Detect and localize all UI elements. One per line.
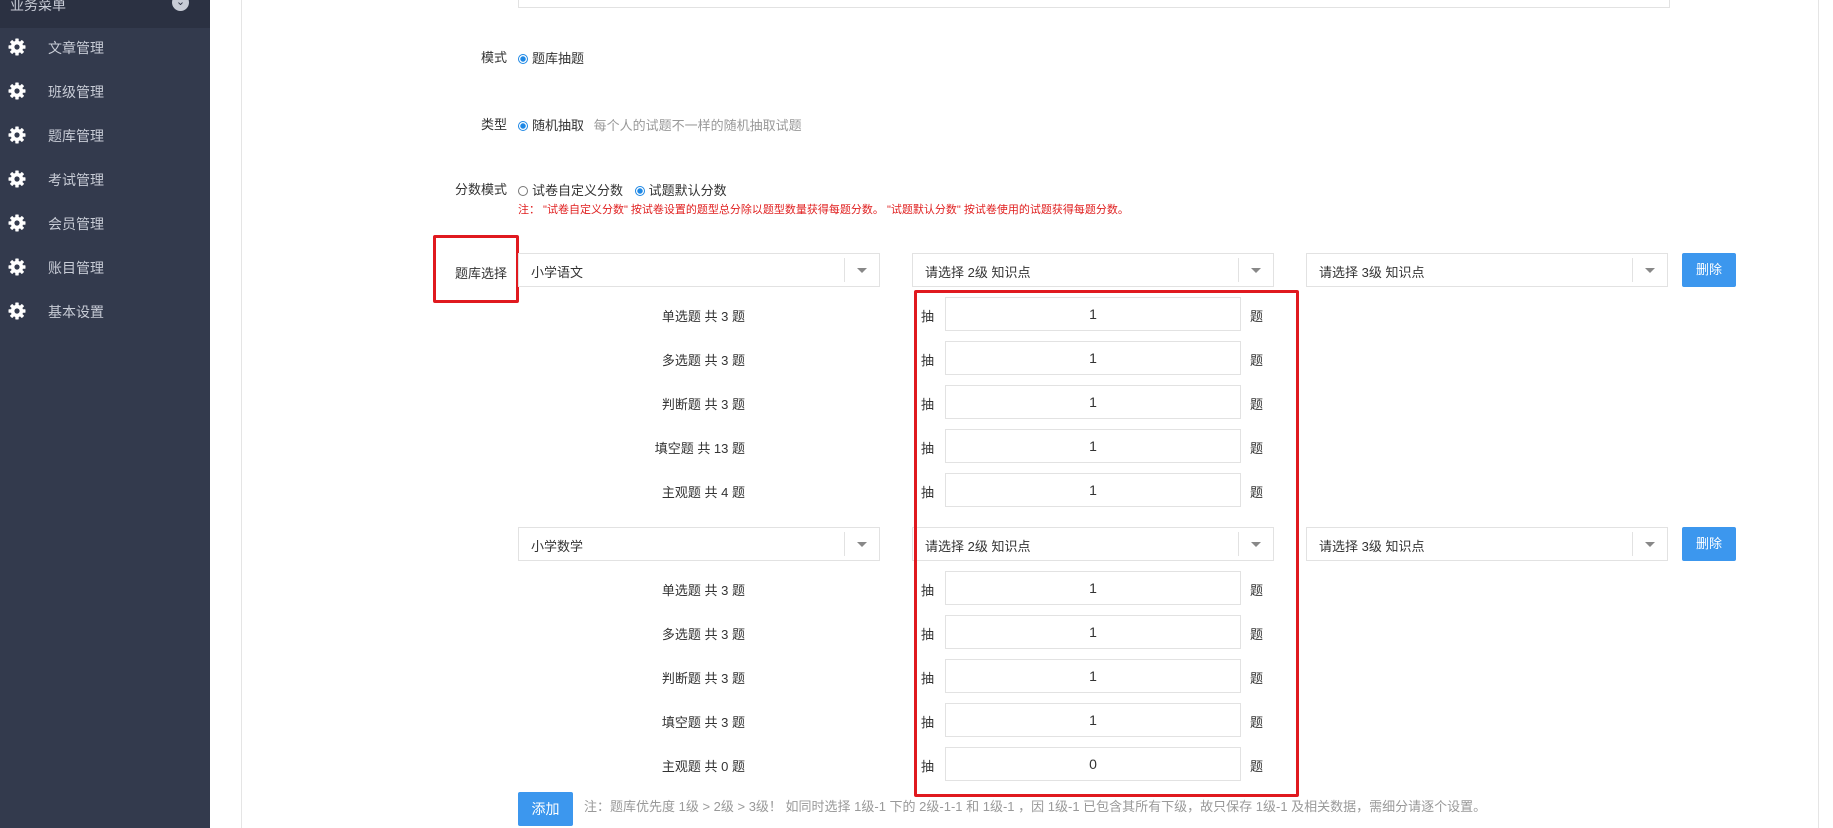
question-type-label: 填空题 共 3 题 (661, 715, 745, 730)
sidebar-item-label: 会员管理 (48, 216, 104, 232)
level1-select[interactable]: 小学数学 (518, 527, 880, 561)
type-hint: 每个人的试题不一样的随机抽取试题 (593, 118, 802, 133)
level1-select-value: 小学数学 (531, 539, 584, 554)
radio-icon-selected[interactable] (634, 186, 645, 196)
sidebar-item[interactable]: 班级管理 (0, 71, 210, 111)
type-option-label: 随机抽取 (532, 118, 585, 133)
level3-select[interactable]: 请选择 3级 知识点 (1306, 527, 1668, 561)
level1-select-value: 小学语文 (531, 265, 584, 280)
chevron-down-icon[interactable] (1238, 258, 1273, 282)
sidebar-item[interactable]: 账目管理 (0, 247, 210, 287)
question-type-label: 单选题 共 3 题 (661, 309, 745, 324)
question-type-label: 主观题 共 0 题 (661, 759, 745, 774)
sidebar-item-label: 账目管理 (48, 260, 104, 276)
score-mode-option-custom[interactable]: 试卷自定义分数 (518, 183, 623, 198)
gear-icon (7, 257, 27, 277)
gear-icon (7, 213, 27, 233)
question-type-label: 多选题 共 3 题 (661, 353, 745, 368)
content-border-left (241, 0, 242, 828)
sidebar-item[interactable]: 基本设置 (0, 291, 210, 331)
sidebar-header[interactable]: 业务菜单 ⌄ (0, 0, 210, 28)
gear-icon (7, 81, 27, 101)
bank-select-label: 题库选择 (454, 266, 507, 281)
sidebar-header-label: 业务菜单 (10, 0, 66, 13)
gear-icon (7, 169, 27, 189)
mode-radio-option[interactable]: 题库抽题 (518, 48, 584, 67)
radio-icon-selected[interactable] (518, 54, 528, 64)
priority-note: 注：题库优先度 1级 > 2级 > 3级！ 如同时选择 1级-1 下的 2级-1… (584, 799, 1487, 814)
score-mode-option-default-label: 试题默认分数 (648, 183, 727, 198)
level2-select[interactable]: 请选择 2级 知识点 (912, 253, 1274, 287)
sidebar-item-label: 文章管理 (48, 40, 104, 56)
add-button[interactable]: 添加 (518, 792, 573, 826)
question-type-label: 判断题 共 3 题 (661, 397, 745, 412)
score-mode-options: 试卷自定义分数 试题默认分数 (518, 180, 727, 199)
radio-icon-selected[interactable] (518, 121, 528, 131)
delete-button[interactable]: 删除 (1682, 253, 1736, 287)
chevron-down-icon[interactable] (844, 258, 879, 282)
question-type-label: 多选题 共 3 题 (661, 627, 745, 642)
sidebar-item-label: 班级管理 (48, 84, 104, 100)
type-label: 类型 (480, 117, 507, 132)
sidebar-item[interactable]: 题库管理 (0, 115, 210, 155)
chevron-down-icon[interactable] (1632, 532, 1667, 556)
type-radio-option[interactable]: 随机抽取 每个人的试题不一样的随机抽取试题 (518, 115, 802, 134)
level1-select[interactable]: 小学语文 (518, 253, 880, 287)
level3-select[interactable]: 请选择 3级 知识点 (1306, 253, 1668, 287)
radio-icon[interactable] (518, 186, 528, 196)
gear-icon (7, 37, 27, 57)
delete-button[interactable]: 删除 (1682, 527, 1736, 561)
top-input-field[interactable] (518, 0, 1670, 8)
score-mode-label: 分数模式 (454, 182, 507, 197)
score-mode-option-custom-label: 试卷自定义分数 (532, 183, 624, 198)
score-mode-note: 注： "试卷自定义分数" 按试卷设置的题型总分除以题型数量获得每题分数。 "试题… (518, 204, 1129, 216)
chevron-down-icon[interactable] (1632, 258, 1667, 282)
sidebar-item-label: 考试管理 (48, 172, 104, 188)
gear-icon (7, 125, 27, 145)
sidebar-item-label: 基本设置 (48, 304, 104, 320)
level2-select-placeholder: 请选择 2级 知识点 (925, 265, 1031, 280)
sidebar-item-label: 题库管理 (48, 128, 104, 144)
chevron-down-icon[interactable] (844, 532, 879, 556)
level3-select-placeholder: 请选择 3级 知识点 (1319, 265, 1425, 280)
chevron-down-icon[interactable]: ⌄ (172, 0, 189, 11)
sidebar-item[interactable]: 考试管理 (0, 159, 210, 199)
sidebar: 业务菜单 ⌄ 文章管理班级管理题库管理考试管理会员管理账目管理基本设置 (0, 0, 210, 828)
sidebar-item[interactable]: 文章管理 (0, 27, 210, 67)
question-type-label: 单选题 共 3 题 (661, 583, 745, 598)
highlight-box-counts (914, 290, 1299, 797)
gear-icon (7, 301, 27, 321)
question-type-label: 填空题 共 13 题 (654, 441, 745, 456)
question-type-label: 判断题 共 3 题 (661, 671, 745, 686)
question-type-label: 主观题 共 4 题 (661, 485, 745, 500)
sidebar-item[interactable]: 会员管理 (0, 203, 210, 243)
score-mode-option-default[interactable]: 试题默认分数 (634, 183, 727, 198)
content-border-right (1818, 0, 1819, 828)
mode-label: 模式 (480, 50, 507, 65)
mode-option-label: 题库抽题 (532, 51, 585, 66)
level3-select-placeholder: 请选择 3级 知识点 (1319, 539, 1425, 554)
